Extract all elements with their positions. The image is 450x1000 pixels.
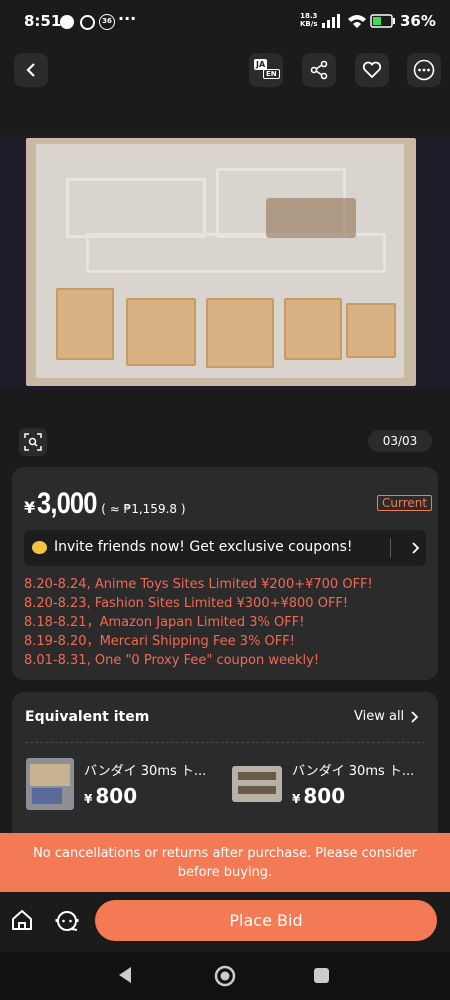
equivalent-item[interactable]: バンダイ 30ms ト... ¥ 800 — [232, 758, 432, 818]
system-navigation-bar — [0, 952, 450, 1000]
product-image[interactable] — [0, 135, 450, 390]
price-row: ¥ 3,000 ( ≈ ₱1,159.8 ) — [24, 487, 186, 521]
item-name: バンダイ 30ms ト... — [84, 764, 207, 779]
status-more-dots: ··· — [118, 9, 137, 28]
invite-banner[interactable]: Invite friends now! Get exclusive coupon… — [24, 530, 426, 566]
invite-text: Invite friends now! Get exclusive coupon… — [54, 539, 353, 555]
price-converted: ( ≈ ₱1,159.8 ) — [101, 502, 186, 516]
home-icon — [12, 910, 32, 930]
promo-line[interactable]: 8.18-8.21，Amazon Japan Limited 3% OFF! — [24, 613, 373, 632]
image-counter: 03/03 — [368, 430, 432, 452]
promo-line[interactable]: 8.20-8.23, Fashion Sites Limited ¥300+¥8… — [24, 594, 373, 613]
battery-icon — [370, 14, 395, 28]
battery-percent: 36% — [400, 12, 436, 30]
promo-line[interactable]: 8.20-8.24, Anime Toys Sites Limited ¥200… — [24, 575, 373, 594]
favorite-button[interactable] — [355, 53, 389, 87]
purchase-notice: No cancellations or returns after purcha… — [0, 833, 450, 892]
coupon-icon — [32, 541, 47, 554]
share-icon — [310, 60, 328, 80]
bottom-action-bar: Place Bid — [0, 892, 450, 952]
item-thumbnail — [26, 758, 74, 810]
more-button[interactable] — [407, 53, 441, 87]
back-button[interactable] — [14, 53, 48, 87]
home-button[interactable] — [10, 908, 36, 934]
heart-icon — [362, 61, 382, 79]
status-time: 8:51 — [24, 12, 62, 30]
equivalent-item[interactable]: バンダイ 30ms ト... ¥ 800 — [26, 758, 216, 818]
share-button[interactable] — [302, 53, 336, 87]
notice-text: No cancellations or returns after purcha… — [33, 845, 417, 880]
network-speed: 18.3 KB/s — [300, 12, 318, 28]
system-back-icon[interactable] — [117, 966, 133, 984]
promo-line[interactable]: 8.01-8.31, One "0 Proxy Fee" coupon week… — [24, 651, 373, 670]
translate-button[interactable]: JA EN — [249, 53, 283, 87]
chevron-right-icon — [411, 710, 419, 723]
price-card: ¥ 3,000 ( ≈ ₱1,159.8 ) Current Invite fr… — [12, 467, 438, 680]
promo-line[interactable]: 8.19-8.20，Mercari Shipping Fee 3% OFF! — [24, 632, 373, 651]
image-search-icon — [24, 433, 42, 451]
item-name: バンダイ 30ms ト... — [292, 764, 415, 779]
wifi-icon — [348, 15, 366, 28]
item-price: 800 — [303, 784, 346, 808]
item-thumbnail — [232, 766, 282, 802]
customer-service-icon — [55, 911, 79, 931]
place-bid-button[interactable]: Place Bid — [95, 900, 437, 941]
back-arrow-icon — [26, 63, 35, 77]
system-recents-icon[interactable] — [314, 968, 329, 983]
view-all-link[interactable]: View all — [354, 709, 419, 724]
equivalent-title: Equivalent item — [25, 709, 150, 725]
translate-icon: JA EN — [254, 59, 280, 81]
system-home-icon[interactable] — [214, 965, 236, 987]
kit-box — [26, 138, 416, 386]
image-search-button[interactable] — [19, 428, 47, 456]
signal-icon — [322, 14, 340, 28]
messenger-icon — [60, 15, 74, 29]
status-circle-icon — [80, 15, 95, 30]
price-value: 3,000 — [37, 487, 97, 520]
more-icon — [413, 59, 435, 81]
chevron-right-icon — [412, 542, 420, 554]
customer-service-button[interactable] — [54, 908, 80, 934]
status-bar: 8:51 36 ··· 18.3 KB/s 36% — [0, 0, 450, 44]
item-price: 800 — [95, 784, 138, 808]
equivalent-card: Equivalent item View all バンダイ 30ms ト... … — [12, 692, 438, 852]
current-badge: Current — [377, 495, 433, 511]
notification-count-badge: 36 — [99, 14, 115, 30]
price-currency: ¥ — [24, 498, 36, 517]
promo-list: 8.20-8.24, Anime Toys Sites Limited ¥200… — [24, 575, 373, 670]
